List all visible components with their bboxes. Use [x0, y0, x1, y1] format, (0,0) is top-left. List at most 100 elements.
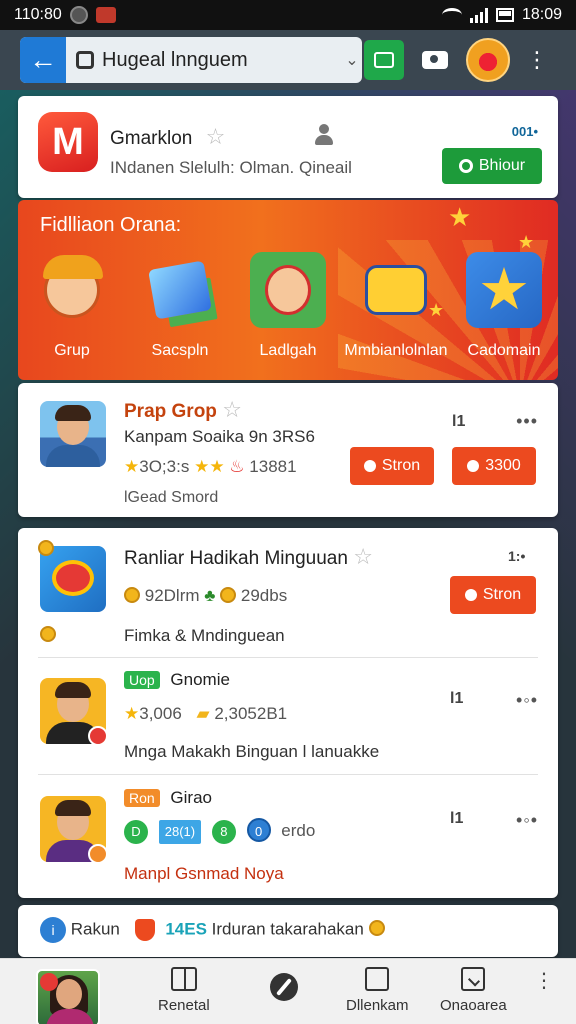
- start-button[interactable]: Stron: [350, 447, 434, 485]
- overflow-menu-icon[interactable]: ⋮: [534, 971, 554, 991]
- star-icon: ★: [124, 457, 140, 476]
- info-label: Rakun: [70, 919, 120, 939]
- user-thumbnail[interactable]: [40, 796, 106, 862]
- gem-icon: [142, 252, 218, 328]
- status-pill: 8: [211, 820, 236, 844]
- wifi-icon: [441, 8, 462, 22]
- favorite-star-icon[interactable]: ☆: [222, 397, 242, 422]
- banner-item[interactable]: Sacspln: [128, 252, 232, 360]
- banner-item[interactable]: Ladlgah: [236, 252, 340, 360]
- nav-item-explore[interactable]: [270, 973, 298, 1001]
- item-title-text: Girao: [170, 788, 212, 807]
- inbox-icon: [461, 967, 486, 991]
- item-rating-row: ★3,006 ▰ 2,3052B1: [124, 704, 287, 724]
- screen-icon: [374, 52, 394, 68]
- circle-icon: [458, 159, 473, 173]
- banner-item[interactable]: Mmbianlolnlan: [344, 252, 448, 360]
- status-time-right: 18:09: [521, 6, 562, 23]
- item-tag: Uop: [124, 671, 160, 689]
- book-icon: [170, 967, 197, 991]
- banner-item-label: Sacspln: [151, 342, 209, 359]
- favorite-star-icon[interactable]: ☆: [353, 544, 373, 569]
- item-desc: Mnga Makakh Binguan l lanuakke: [124, 742, 380, 761]
- reward-thumbnail: [40, 546, 106, 612]
- price-button-label: 3300: [485, 457, 521, 474]
- signal-icon: [469, 7, 488, 23]
- item-tag: Ron: [124, 789, 160, 807]
- user-thumbnail[interactable]: [40, 678, 106, 744]
- status-pill: 0: [246, 818, 271, 842]
- item-rating-row: ★3O;3:s ★★ ♨ 13881: [124, 457, 297, 477]
- nav-item-shop[interactable]: Dllenkam: [346, 967, 409, 1014]
- price-button[interactable]: 3300: [452, 447, 536, 485]
- app-name: Gmarklon ☆: [110, 124, 225, 150]
- divider: [38, 774, 538, 775]
- banner-items: Grup Sacspln Ladlgah Mmbianlolnlan ★ Cad…: [18, 252, 558, 360]
- info-text: Irduran takarahakan: [211, 919, 364, 939]
- screen-capture-button[interactable]: [364, 40, 404, 80]
- item-coins-row: 92Dlrm ♣ 29dbs: [124, 586, 287, 606]
- user-icon[interactable]: [314, 124, 334, 146]
- featured-banner[interactable]: Fidlliaon Orana: ★ ★ ★ Grup Sacspln Ladl…: [18, 200, 558, 380]
- chevron-down-icon[interactable]: ⌄: [342, 50, 362, 70]
- address-bar[interactable]: ← Hugeal lnnguem ⌄: [20, 37, 362, 83]
- item-title: Ranliar Hadikah Minguuan ☆: [124, 544, 373, 570]
- star-icon: ★: [124, 704, 140, 723]
- item-rating: 3,006: [139, 704, 182, 723]
- nav-item-inbox[interactable]: Onaoarea: [440, 967, 507, 1014]
- compass-icon: [270, 973, 298, 1001]
- item-desc: Manpl Gsnmad Noya: [124, 864, 284, 883]
- camera-icon[interactable]: [422, 51, 448, 69]
- star-icon: ★★: [194, 457, 225, 476]
- gold-icon: ▰: [196, 704, 210, 723]
- notification-icon: [69, 6, 88, 24]
- more-dots-icon[interactable]: •◦•: [516, 690, 538, 711]
- nav-item-library[interactable]: Renetal: [158, 967, 210, 1014]
- list-card: Ranliar Hadikah Minguuan ☆ 1:• 92Dlrm ♣ …: [18, 528, 558, 898]
- item-meta: 2,3052B1: [214, 704, 288, 723]
- user-thumbnail: [40, 401, 106, 467]
- overflow-menu-icon[interactable]: ⋮: [526, 49, 548, 71]
- doll-icon: [250, 252, 326, 328]
- banner-title: Fidlliaon Orana:: [40, 214, 182, 236]
- favorite-star-icon[interactable]: ☆: [206, 124, 226, 149]
- profile-avatar[interactable]: [36, 969, 100, 1024]
- app-header-card: M Gmarklon ☆ INdanen Slelulh: Olman. Qin…: [18, 96, 558, 198]
- bag-icon: [365, 967, 390, 991]
- item-title-text: Prap Grop: [124, 401, 217, 422]
- profile-avatar[interactable]: [466, 38, 510, 82]
- side-count: 1:•: [508, 548, 526, 564]
- info-card[interactable]: i Rakun 14ES Irduran takarahakan: [18, 905, 558, 957]
- item-title-text: Gnomie: [170, 670, 230, 689]
- item-coins: 92Dlrm: [144, 586, 200, 605]
- banner-item[interactable]: Grup: [20, 252, 124, 360]
- divider: [38, 657, 538, 658]
- banner-item-label: Grup: [54, 342, 90, 359]
- follow-button[interactable]: Bhiour: [442, 148, 542, 184]
- more-dots-icon[interactable]: •••: [516, 411, 538, 432]
- nav-label: Onaoarea: [440, 997, 507, 1014]
- more-dots-icon[interactable]: •◦•: [516, 810, 538, 831]
- app-count: 001•: [511, 124, 538, 139]
- coin-icon: [467, 460, 480, 472]
- status-time-left: 110:80: [14, 6, 62, 23]
- app-notification-icon: [95, 7, 116, 23]
- shield-icon: [134, 919, 155, 941]
- character-icon: [34, 252, 110, 328]
- app-toolbar: ← Hugeal lnnguem ⌄ ⋮: [0, 30, 576, 90]
- banner-item[interactable]: ★ Cadomain: [452, 252, 556, 360]
- item-pills-row: D 28(1) 8 0 erdo: [124, 818, 315, 844]
- item-desc: Fimka & Mndinguean: [124, 626, 285, 645]
- item-meta-value: 13881: [249, 457, 297, 476]
- lock-icon: [76, 51, 94, 69]
- battery-icon: [495, 8, 514, 22]
- list-card[interactable]: Prap Grop ☆ Kanpam Soaika 9n 3RS6 ★3O;3:…: [18, 383, 558, 517]
- nav-label: Renetal: [158, 997, 210, 1014]
- info-icon: i: [40, 917, 66, 943]
- start-button[interactable]: Stron: [450, 576, 536, 614]
- star-decoration-icon: ★: [518, 232, 535, 252]
- banner-item-label: Cadomain: [467, 342, 541, 359]
- back-arrow-icon[interactable]: ←: [20, 37, 66, 83]
- play-icon: [363, 460, 376, 472]
- status-bar: 110:80 18:09: [0, 0, 576, 30]
